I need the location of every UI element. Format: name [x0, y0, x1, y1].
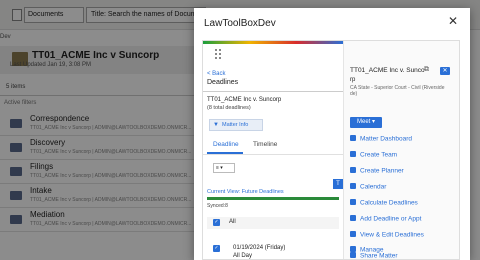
back-link[interactable]: < Back: [207, 71, 226, 77]
deadline-date: 01/19/2024 (Friday): [233, 245, 286, 251]
planner-icon: [350, 167, 356, 173]
matter-info-button[interactable]: ▼ Matter Info: [209, 119, 263, 131]
rp-matter-title-cont: rp: [350, 77, 356, 83]
deadline-count: (8 total deadlines): [207, 105, 251, 111]
deadlines-pane: < Back Deadlines TT01_ACME Inc v. Suncor…: [203, 41, 343, 259]
rp-close-button[interactable]: ✕: [440, 67, 450, 75]
close-icon[interactable]: ✕: [446, 14, 460, 28]
dashboard-icon: [350, 135, 356, 141]
add-icon: [350, 215, 356, 221]
action-calendar[interactable]: Calendar: [350, 183, 386, 191]
select-all-label: All: [229, 219, 236, 225]
court-label: CA State - Superior Court - Civil (River…: [350, 85, 445, 91]
matter-name: TT01_ACME Inc v. Suncorp: [207, 97, 282, 103]
side-toggle-button[interactable]: T: [333, 179, 343, 189]
deadline-checkbox[interactable]: ✓: [213, 245, 220, 252]
edit-icon: [350, 231, 356, 237]
divider: [203, 91, 343, 92]
select-all-checkbox[interactable]: ✓: [213, 219, 220, 226]
matter-info-label: Matter Info: [222, 122, 249, 128]
select-all-row[interactable]: ✓ All: [207, 217, 339, 229]
rp-matter-title: TT01_ACME Inc v. Sunco: [350, 67, 425, 74]
tab-timeline[interactable]: Timeline: [253, 141, 277, 148]
meet-button[interactable]: Meet ▾: [350, 117, 382, 128]
share-icon: [350, 252, 356, 258]
team-icon: [350, 151, 356, 157]
calculator-icon: [350, 199, 356, 205]
action-add-deadline[interactable]: Add Deadline or Appt: [350, 215, 421, 223]
action-share-matter[interactable]: Share Matter: [350, 252, 398, 260]
synced-label: Synced:8: [207, 203, 228, 209]
action-create-team[interactable]: Create Team: [350, 151, 397, 159]
deadline-allday: All Day: [233, 253, 253, 259]
brand-strip: [203, 41, 343, 44]
app-grid-icon[interactable]: [215, 49, 223, 59]
actions-pane: TT01_ACME Inc v. Sunco ⧉ ✕ rp CA State -…: [343, 41, 459, 259]
tab-deadline[interactable]: Deadline: [213, 141, 239, 148]
divider: [203, 154, 343, 155]
sort-dropdown[interactable]: ≡ ▾: [213, 163, 235, 173]
filter-icon: ▼: [213, 122, 219, 128]
action-matter-dashboard[interactable]: Matter Dashboard: [350, 135, 412, 143]
sync-bar: [207, 197, 339, 200]
lawtoolbox-dialog: LawToolBoxDev ✕ < Back Deadlines TT01_AC…: [194, 8, 470, 260]
court-label-cont: de): [350, 91, 358, 97]
copy-icon[interactable]: ⧉: [424, 66, 429, 74]
action-calculate-deadlines[interactable]: Calculate Deadlines: [350, 199, 418, 207]
action-create-planner[interactable]: Create Planner: [350, 167, 404, 175]
dialog-title: LawToolBoxDev: [204, 18, 276, 29]
pane-header: Deadlines: [207, 79, 239, 86]
action-view-edit-deadlines[interactable]: View & Edit Deadlines: [350, 231, 424, 239]
current-view-label: Current View: Future Deadlines: [207, 189, 284, 195]
calendar-icon: [350, 183, 356, 189]
addin-frame: < Back Deadlines TT01_ACME Inc v. Suncor…: [202, 40, 460, 260]
